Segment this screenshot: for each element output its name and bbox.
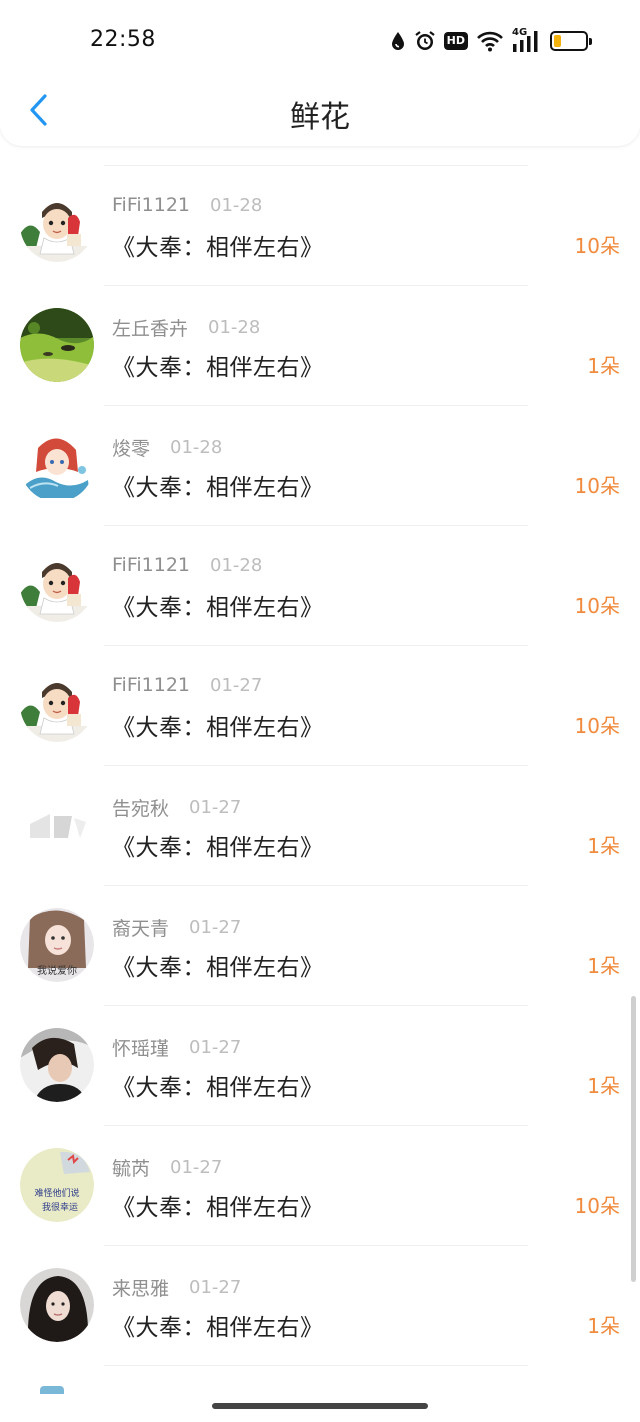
record-meta: FiFi1121 01-28 xyxy=(112,194,262,216)
list-item[interactable]: 难怪他们说 我很幸运 毓芮 01-27 《大奉：相伴左右》 10朵 xyxy=(0,1126,640,1246)
list-item[interactable]: 我说爱你 裔天青 01-27 《大奉：相伴左右》 1朵 xyxy=(0,886,640,1006)
list-item[interactable]: 焌零 01-28 《大奉：相伴左右》 10朵 xyxy=(0,406,640,526)
book-title[interactable]: 《大奉：相伴左右》 xyxy=(112,348,324,382)
record-meta: 毓芮 01-27 xyxy=(112,1154,222,1181)
username[interactable]: 来思雅 xyxy=(112,1274,169,1301)
page-title: 鲜花 xyxy=(290,100,350,135)
flower-amount: 1朵 xyxy=(587,1314,620,1338)
hd-icon: HD xyxy=(443,32,468,50)
record-date: 01-28 xyxy=(208,317,261,338)
book-title[interactable]: 《大奉：相伴左右》 xyxy=(112,1188,324,1222)
status-time: 22:58 xyxy=(90,27,156,52)
record-meta: 怀瑶瑾 01-27 xyxy=(112,1034,241,1061)
flower-amount: 10朵 xyxy=(574,1194,620,1218)
anime-girl-avatar[interactable] xyxy=(20,428,94,502)
flower-amount: 10朵 xyxy=(574,234,620,258)
flower-amount: 1朵 xyxy=(587,954,620,978)
next-row-avatar-peek xyxy=(40,1386,64,1394)
username[interactable]: FiFi1121 xyxy=(112,554,190,576)
text-graphic-avatar[interactable]: 难怪他们说我很幸运 xyxy=(20,1148,94,1222)
cartoon-boy-avatar[interactable] xyxy=(20,188,94,262)
record-meta: FiFi1121 01-27 xyxy=(112,674,262,696)
wifi-icon xyxy=(476,30,504,52)
record-meta: 左丘香卉 01-28 xyxy=(112,314,260,341)
app-header: 22:58 HD 4G 鲜花 xyxy=(0,0,640,146)
status-bar: 22:58 HD 4G xyxy=(0,0,640,80)
record-date: 01-27 xyxy=(170,1157,223,1178)
flower-amount: 10朵 xyxy=(574,474,620,498)
flower-amount: 10朵 xyxy=(574,714,620,738)
drop-icon xyxy=(390,31,406,51)
username[interactable]: FiFi1121 xyxy=(112,674,190,696)
book-title[interactable]: 《大奉：相伴左右》 xyxy=(112,468,324,502)
girl-photo-avatar[interactable]: 我说爱你 xyxy=(20,908,94,982)
record-date: 01-28 xyxy=(210,554,263,576)
flower-amount: 1朵 xyxy=(587,354,620,378)
record-meta: FiFi1121 01-28 xyxy=(112,554,262,576)
username[interactable]: 毓芮 xyxy=(112,1154,150,1181)
list-item[interactable]: FiFi1121 01-28 《大奉：相伴左右》 10朵 xyxy=(0,526,640,646)
4g-signal-icon: 4G xyxy=(512,27,542,52)
username[interactable]: 左丘香卉 xyxy=(112,314,188,341)
list-item[interactable]: 左丘香卉 01-28 《大奉：相伴左右》 1朵 xyxy=(0,286,640,406)
boy-photo-avatar[interactable] xyxy=(20,1028,94,1102)
status-icons: HD 4G xyxy=(390,27,592,54)
flower-amount: 10朵 xyxy=(574,594,620,618)
record-date: 01-27 xyxy=(189,917,242,938)
book-title[interactable]: 《大奉：相伴左右》 xyxy=(112,1068,324,1102)
divider xyxy=(104,1365,528,1366)
list-item[interactable]: 怀瑶瑾 01-27 《大奉：相伴左右》 1朵 xyxy=(0,1006,640,1126)
girl-portrait-avatar[interactable] xyxy=(20,1268,94,1342)
record-meta: 裔天青 01-27 xyxy=(112,914,241,941)
username[interactable]: 焌零 xyxy=(112,434,150,461)
book-title[interactable]: 《大奉：相伴左右》 xyxy=(112,1308,324,1342)
flower-records-list[interactable]: FiFi1121 01-28 《大奉：相伴左右》 10朵 左丘香卉 01-28 《大奉：相伴… xyxy=(0,146,640,1422)
record-meta: 来思雅 01-27 xyxy=(112,1274,241,1301)
flower-amount: 1朵 xyxy=(587,1074,620,1098)
list-item[interactable]: FiFi1121 01-27 《大奉：相伴左右》 10朵 xyxy=(0,646,640,766)
battery-level xyxy=(554,35,561,47)
home-indicator[interactable] xyxy=(212,1403,428,1409)
battery-icon xyxy=(550,31,592,51)
cartoon-boy-avatar[interactable] xyxy=(20,548,94,622)
book-title[interactable]: 《大奉：相伴左右》 xyxy=(112,228,324,262)
username[interactable]: 告宛秋 xyxy=(112,794,169,821)
aquarium-fish-avatar[interactable] xyxy=(20,308,94,382)
alarm-icon xyxy=(414,30,436,52)
svg-text:我很幸运: 我很幸运 xyxy=(42,1201,78,1213)
book-title[interactable]: 《大奉：相伴左右》 xyxy=(112,708,324,742)
book-title[interactable]: 《大奉：相伴左右》 xyxy=(112,948,324,982)
record-date: 01-27 xyxy=(210,674,263,696)
cartoon-boy-avatar[interactable] xyxy=(20,668,94,742)
svg-text:难怪他们说: 难怪他们说 xyxy=(34,1187,79,1199)
nav-bar: 鲜花 xyxy=(0,80,640,146)
record-meta: 焌零 01-28 xyxy=(112,434,222,461)
flower-amount: 1朵 xyxy=(587,834,620,858)
record-date: 01-27 xyxy=(189,1037,242,1058)
username[interactable]: FiFi1121 xyxy=(112,194,190,216)
scrollbar[interactable] xyxy=(631,996,636,1282)
username[interactable]: 裔天青 xyxy=(112,914,169,941)
record-date: 01-28 xyxy=(170,437,223,458)
record-date: 01-27 xyxy=(189,1277,242,1298)
list-item[interactable]: 来思雅 01-27 《大奉：相伴左右》 1朵 xyxy=(0,1246,640,1366)
book-title[interactable]: 《大奉：相伴左右》 xyxy=(112,828,324,862)
svg-text:我说爱你: 我说爱你 xyxy=(37,964,77,977)
username[interactable]: 怀瑶瑾 xyxy=(112,1034,169,1061)
book-title[interactable]: 《大奉：相伴左右》 xyxy=(112,588,324,622)
faded-logo-avatar[interactable] xyxy=(20,788,94,862)
list-item[interactable]: 告宛秋 01-27 《大奉：相伴左右》 1朵 xyxy=(0,766,640,886)
record-date: 01-27 xyxy=(189,797,242,818)
record-meta: 告宛秋 01-27 xyxy=(112,794,241,821)
record-date: 01-28 xyxy=(210,194,263,216)
list-item[interactable]: FiFi1121 01-28 《大奉：相伴左右》 10朵 xyxy=(0,166,640,286)
